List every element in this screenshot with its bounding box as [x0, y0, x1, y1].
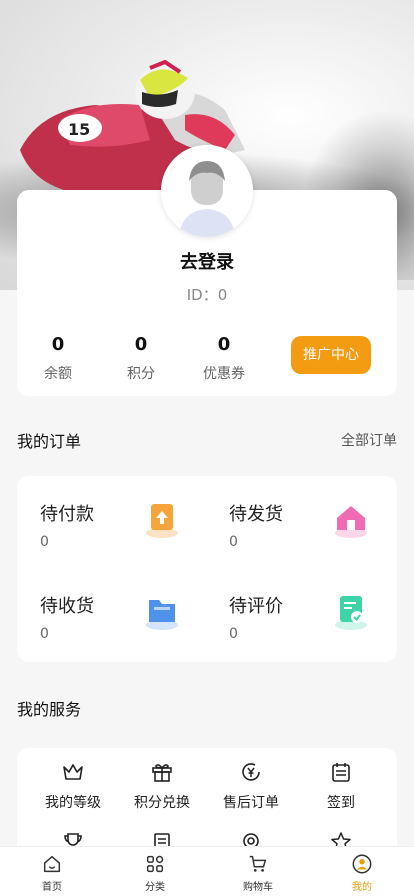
tab-mine[interactable]: 我的 — [327, 853, 397, 893]
tab-label: 我的 — [352, 882, 372, 893]
folder-icon — [146, 600, 178, 630]
payment-icon — [146, 504, 178, 538]
user-icon — [352, 854, 372, 874]
user-id: ID：0 — [186, 286, 228, 304]
order-count: 0 — [40, 534, 49, 550]
tab-home[interactable]: 首页 — [17, 853, 87, 893]
stat-value: 0 — [51, 334, 65, 355]
tab-label: 购物车 — [243, 882, 273, 893]
gift-icon — [152, 764, 172, 782]
stat-value: 0 — [134, 334, 148, 355]
order-label: 待评价 — [229, 596, 283, 617]
order-label: 待发货 — [229, 504, 283, 525]
order-count: 0 — [229, 534, 238, 550]
order-count: 0 — [229, 626, 238, 642]
service-label: 售后订单 — [223, 795, 279, 811]
service-points-exchange[interactable]: 积分兑换 — [117, 760, 207, 812]
order-pending-review[interactable]: 待评价 0 — [229, 592, 399, 662]
home-icon — [43, 855, 61, 873]
stat-value: 0 — [217, 334, 231, 355]
stat-label: 余额 — [44, 366, 72, 382]
service-label: 我的等级 — [45, 795, 101, 811]
service-label: 积分兑换 — [134, 795, 190, 811]
service-check-in[interactable]: 签到 — [296, 760, 386, 812]
stat-balance[interactable]: 0 余额 — [18, 334, 98, 383]
yen-refund-icon — [242, 763, 260, 781]
login-link[interactable]: 去登录 — [0, 248, 414, 274]
order-pending-receipt[interactable]: 待收货 0 — [40, 592, 210, 662]
tab-category[interactable]: 分类 — [120, 853, 190, 893]
tab-label: 分类 — [145, 882, 165, 893]
stat-label: 优惠券 — [203, 366, 245, 382]
all-orders-link[interactable]: 全部订单 — [341, 430, 397, 450]
stat-label: 积分 — [127, 366, 155, 382]
order-label: 待付款 — [40, 504, 94, 525]
tab-cart[interactable]: 购物车 — [223, 853, 293, 893]
stat-points[interactable]: 0 积分 — [101, 334, 181, 383]
crown-icon — [63, 764, 83, 780]
stat-coupons[interactable]: 0 优惠券 — [184, 334, 264, 383]
service-after-sales[interactable]: 售后订单 — [206, 760, 296, 812]
service-my-level[interactable]: 我的等级 — [28, 760, 118, 812]
order-pending-payment[interactable]: 待付款 0 — [40, 500, 210, 570]
house-icon — [335, 506, 367, 538]
svg-text:15: 15 — [68, 120, 90, 139]
calendar-icon — [332, 763, 350, 782]
order-pending-shipment[interactable]: 待发货 0 — [229, 500, 399, 570]
bottom-tab-bar: 首页 分类 购物车 我的 — [0, 846, 414, 896]
cart-icon — [249, 855, 267, 872]
tab-label: 首页 — [42, 882, 62, 893]
order-count: 0 — [40, 626, 49, 642]
grid-icon — [146, 855, 164, 873]
default-avatar-icon — [161, 145, 253, 237]
order-label: 待收货 — [40, 596, 94, 617]
avatar[interactable] — [161, 145, 253, 237]
services-title: 我的服务 — [17, 700, 82, 719]
orders-title: 我的订单 — [17, 432, 82, 451]
service-label: 签到 — [327, 795, 355, 811]
review-icon — [335, 596, 367, 630]
promo-center-button[interactable]: 推广中心 — [291, 336, 371, 374]
